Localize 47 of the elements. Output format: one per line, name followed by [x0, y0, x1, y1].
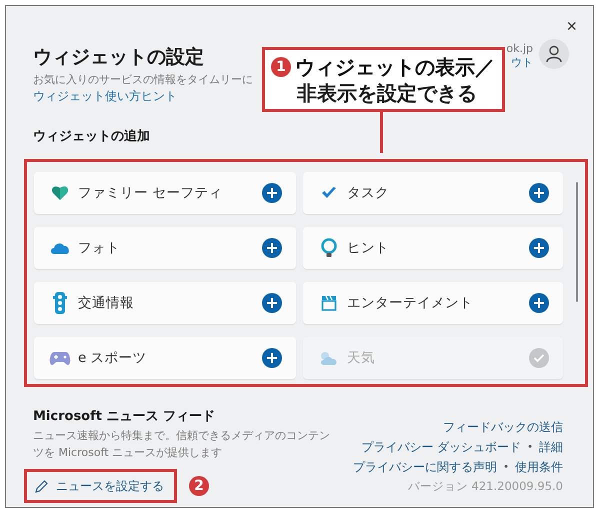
footer-link[interactable]: 詳細 [539, 439, 563, 456]
step-badge: 2 [189, 476, 209, 496]
widget-name: ファミリー セーフティ [78, 184, 224, 202]
footer-link[interactable]: プライバシーに関する声明 [353, 459, 498, 476]
widget-name: エンターテイメント [347, 294, 474, 312]
heart-icon [51, 184, 69, 202]
separator-dot: • [527, 442, 533, 453]
clapperboard-icon [321, 295, 337, 311]
add-button[interactable] [262, 238, 282, 258]
footer-link[interactable]: プライバシー ダッシュボード [361, 439, 522, 456]
gamepad-icon [49, 350, 71, 366]
scrollbar[interactable] [576, 182, 578, 302]
widget-name: タスク [347, 184, 390, 202]
add-button[interactable] [529, 183, 549, 203]
version-text: バージョン 421.20009.95.0 [408, 479, 563, 494]
section-title: ウィジェットの追加 [33, 128, 150, 145]
added-check-icon[interactable] [529, 348, 549, 368]
widget-name: フォト [78, 239, 121, 257]
avatar-icon[interactable] [539, 39, 569, 69]
pencil-icon [35, 480, 48, 492]
news-description: ニュース速報から特集まで。信頼できるメディアのコンテンツを Microsoft ニュースが提供します [33, 428, 331, 461]
widget-name: e スポーツ [78, 349, 148, 367]
account-email: ok.jp [506, 42, 533, 55]
widget-name: 天気 [347, 349, 376, 367]
lightbulb-icon [321, 238, 337, 258]
widget-name: ヒント [347, 239, 390, 257]
step-badge: 1 [271, 56, 291, 76]
cloud-icon [50, 241, 70, 255]
add-button[interactable] [262, 293, 282, 313]
window-title: ウィジェットの設定 [33, 45, 204, 70]
callout-text: ウィジェットの表示／ [295, 54, 495, 80]
add-button[interactable] [262, 348, 282, 368]
close-button[interactable]: × [562, 14, 581, 38]
widget-name: 交通情報 [78, 294, 135, 312]
footer-link[interactable]: フィードバックの送信 [443, 419, 563, 436]
footer-link[interactable]: 使用条件 [515, 459, 563, 476]
sign-out-link[interactable]: ウト [511, 55, 533, 70]
news-title: Microsoft ニュース フィード [33, 408, 216, 425]
help-link[interactable]: ウィジェット使い方ヒント [33, 88, 177, 105]
traffic-light-icon [53, 292, 67, 314]
callout-text: 非表示を設定できる [296, 80, 478, 106]
add-button[interactable] [529, 238, 549, 258]
subtitle-text: お気に入りのサービスの情報をタイムリーに [33, 72, 253, 87]
news-settings-button[interactable]: ニュースを設定する [24, 469, 177, 503]
add-button[interactable] [529, 293, 549, 313]
add-button[interactable] [262, 183, 282, 203]
separator-dot: • [503, 462, 509, 473]
